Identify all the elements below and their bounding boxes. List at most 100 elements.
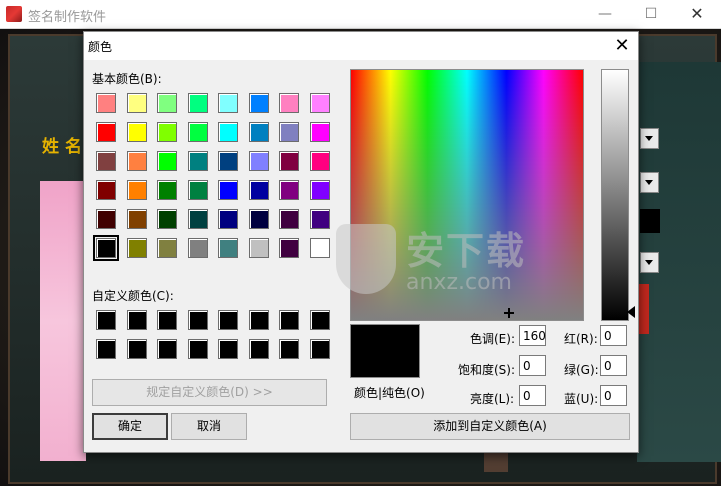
define-custom-colors-button[interactable]: 规定自定义颜色(D) >> (92, 379, 327, 406)
basic-color-swatch[interactable] (96, 93, 116, 113)
app-close-button[interactable]: ✕ (680, 3, 714, 25)
basic-color-swatch[interactable] (248, 238, 269, 258)
custom-color-swatch[interactable] (279, 339, 299, 359)
basic-color-swatch[interactable] (309, 151, 330, 171)
basic-color-swatch[interactable] (157, 93, 177, 113)
custom-color-swatch[interactable] (157, 310, 177, 330)
basic-color-swatch[interactable] (126, 180, 147, 200)
basic-color-swatch[interactable] (93, 235, 119, 261)
ok-button[interactable]: 确定 (92, 413, 168, 440)
basic-color-swatch[interactable] (248, 209, 269, 229)
watermark: 安下载 anxz.com (328, 216, 548, 316)
luminance-label: 亮度(L): (470, 392, 515, 406)
basic-color-swatch[interactable] (248, 122, 269, 142)
basic-color-swatch[interactable] (157, 238, 177, 258)
saturation-input[interactable]: 0 (519, 355, 546, 376)
basic-color-swatch[interactable] (279, 180, 299, 200)
basic-color-swatch[interactable] (96, 180, 116, 200)
basic-color-swatch[interactable] (96, 151, 116, 171)
basic-color-swatch[interactable] (248, 180, 269, 200)
basic-color-swatch[interactable] (279, 209, 299, 229)
basic-color-swatch[interactable] (157, 122, 177, 142)
add-to-custom-colors-button[interactable]: 添加到自定义颜色(A) (350, 413, 630, 440)
basic-color-swatch[interactable] (126, 93, 147, 113)
basic-color-swatch[interactable] (279, 151, 299, 171)
basic-color-swatch[interactable] (126, 209, 147, 229)
basic-color-swatch[interactable] (248, 93, 269, 113)
style-dropdown[interactable] (640, 172, 659, 193)
basic-color-swatch[interactable] (187, 122, 208, 142)
custom-color-swatch[interactable] (309, 310, 330, 330)
basic-color-swatch[interactable] (218, 151, 238, 171)
custom-color-swatch[interactable] (218, 339, 238, 359)
basic-color-swatch[interactable] (96, 209, 116, 229)
basic-color-swatch[interactable] (309, 209, 330, 229)
app-title: 签名制作软件 (28, 10, 107, 25)
hue-input[interactable]: 160 (519, 325, 546, 346)
color-picker-swatch[interactable] (640, 209, 660, 233)
custom-color-swatch[interactable] (96, 339, 116, 359)
basic-color-swatch[interactable] (218, 122, 238, 142)
custom-color-swatch[interactable] (126, 310, 147, 330)
maximize-button[interactable]: ☐ (634, 3, 668, 25)
color-solid-label: 颜色|纯色(O) (354, 386, 425, 400)
basic-color-swatch[interactable] (126, 122, 147, 142)
basic-color-swatch[interactable] (187, 93, 208, 113)
basic-color-swatch[interactable] (248, 151, 269, 171)
basic-color-swatch[interactable] (157, 209, 177, 229)
custom-color-swatch[interactable] (309, 339, 330, 359)
custom-colors-label: 自定义颜色(C): (92, 289, 174, 303)
basic-color-swatch[interactable] (218, 238, 238, 258)
custom-color-swatch[interactable] (187, 339, 208, 359)
red-input[interactable]: 0 (600, 325, 627, 346)
custom-color-swatch[interactable] (157, 339, 177, 359)
font-dropdown[interactable] (640, 128, 659, 149)
luminance-input[interactable]: 0 (519, 385, 546, 406)
basic-color-swatch[interactable] (279, 238, 299, 258)
basic-color-swatch[interactable] (187, 180, 208, 200)
basic-color-swatch[interactable] (279, 93, 299, 113)
custom-color-swatch[interactable] (96, 310, 116, 330)
basic-color-swatch[interactable] (309, 93, 330, 113)
luminance-arrow-icon[interactable] (627, 306, 635, 318)
basic-color-swatch[interactable] (218, 93, 238, 113)
basic-colors-label: 基本颜色(B): (92, 72, 162, 86)
basic-color-swatch[interactable] (157, 180, 177, 200)
dialog-close-button[interactable]: ✕ (610, 34, 634, 58)
basic-color-swatch[interactable] (309, 180, 330, 200)
basic-color-swatch[interactable] (279, 122, 299, 142)
color-preview (350, 324, 420, 378)
basic-color-swatch[interactable] (157, 151, 177, 171)
blue-label: 蓝(U): (564, 392, 599, 406)
app-titlebar: 签名制作软件 — ☐ ✕ (0, 0, 721, 29)
basic-color-swatch[interactable] (187, 151, 208, 171)
basic-color-swatch[interactable] (126, 151, 147, 171)
luminance-slider[interactable] (601, 69, 629, 321)
dialog-title: 颜色 (88, 40, 113, 54)
blue-input[interactable]: 0 (600, 385, 627, 406)
basic-color-swatch[interactable] (187, 238, 208, 258)
green-label: 绿(G): (564, 363, 599, 377)
basic-color-swatch[interactable] (218, 180, 238, 200)
green-input[interactable]: 0 (600, 355, 627, 376)
custom-color-swatch[interactable] (187, 310, 208, 330)
custom-color-swatch[interactable] (218, 310, 238, 330)
custom-color-swatch[interactable] (126, 339, 147, 359)
seal-decoration (484, 450, 508, 472)
basic-color-swatch[interactable] (126, 238, 147, 258)
basic-color-swatch[interactable] (309, 238, 330, 258)
saturation-label: 饱和度(S): (458, 363, 516, 377)
basic-color-swatch[interactable] (187, 209, 208, 229)
cancel-button[interactable]: 取消 (171, 413, 247, 440)
custom-color-swatch[interactable] (248, 339, 269, 359)
custom-color-swatch[interactable] (248, 310, 269, 330)
watermark-shield-icon (336, 224, 396, 294)
minimize-button[interactable]: — (588, 3, 622, 25)
custom-color-swatch[interactable] (279, 310, 299, 330)
color-dialog: 颜色 ✕ 基本颜色(B): 自定义颜色(C): 规定自定义颜色(D) >> 确定… (83, 31, 639, 453)
basic-color-swatch[interactable] (218, 209, 238, 229)
size-dropdown[interactable] (640, 252, 659, 273)
basic-color-swatch[interactable] (309, 122, 330, 142)
basic-color-swatch[interactable] (96, 122, 116, 142)
dialog-titlebar: 颜色 ✕ (84, 32, 638, 60)
